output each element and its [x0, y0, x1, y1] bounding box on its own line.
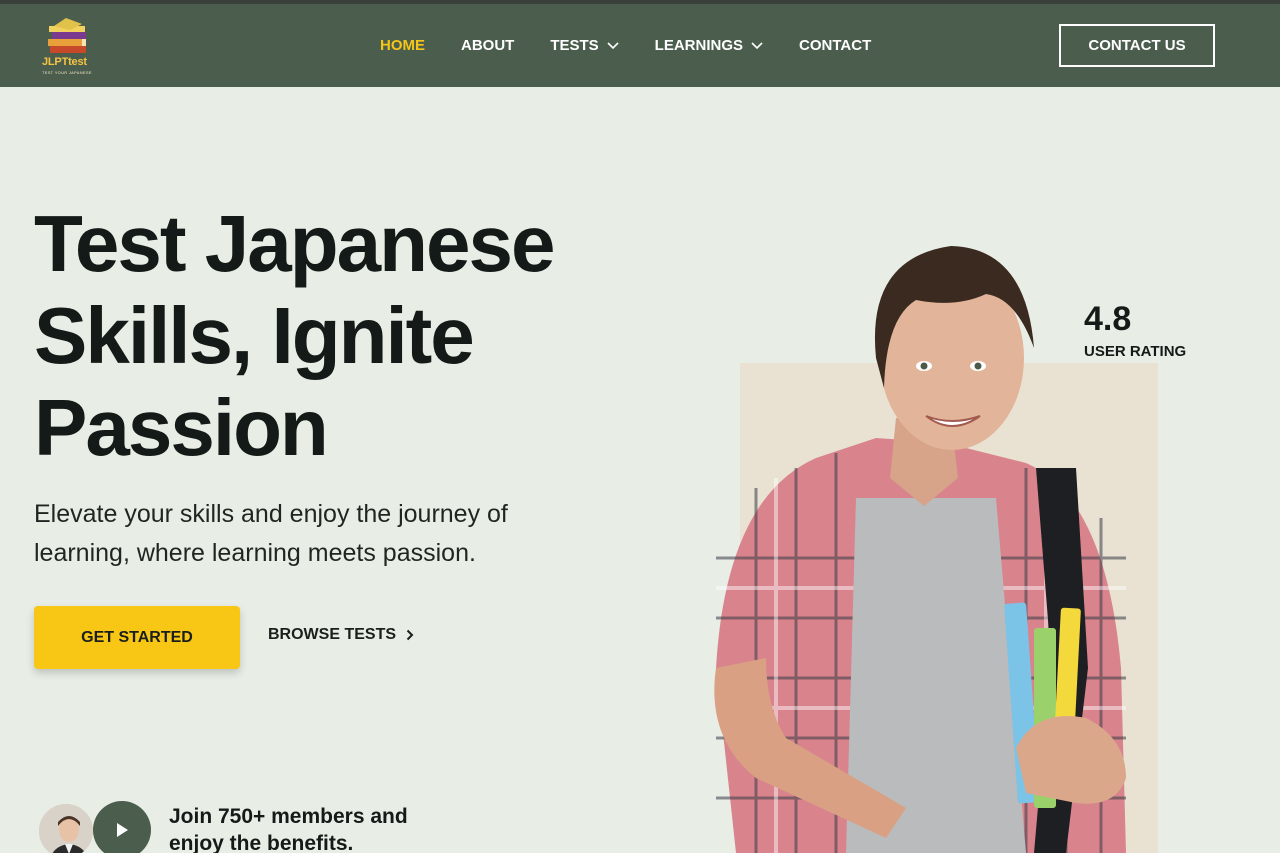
rating-label: USER RATING	[1084, 343, 1187, 360]
nav-item-home[interactable]: HOME	[380, 37, 425, 54]
chevron-down-icon	[751, 41, 763, 49]
nav-item-label: LEARNINGS	[654, 37, 744, 54]
site-header: JLPTtest TEST YOUR JAPANESE HOME ABOUT T…	[0, 4, 1280, 87]
hero-description: Elevate your skills and enjoy the journe…	[34, 500, 508, 567]
chevron-right-icon	[406, 629, 414, 641]
get-started-button[interactable]: GET STARTED	[34, 606, 240, 669]
nav-item-about[interactable]: ABOUT	[461, 37, 514, 54]
join-members-text: Join 750+ members and enjoy the benefits…	[169, 805, 408, 853]
student-photo	[714, 246, 1126, 853]
main-nav: HOME ABOUT TESTS LEARNINGS CONTACT	[380, 4, 907, 87]
member-photo-icon	[39, 804, 93, 853]
books-logo-icon	[48, 18, 86, 53]
brand-logo[interactable]: JLPTtest TEST YOUR JAPANESE	[40, 16, 104, 78]
browse-tests-label: BROWSE TESTS	[268, 626, 397, 643]
nav-item-label: TESTS	[550, 37, 599, 54]
nav-item-learnings[interactable]: LEARNINGS	[655, 37, 763, 54]
hero-title: Test Japanese Skills, Ignite Passion	[34, 198, 654, 474]
nav-item-contact[interactable]: CONTACT	[799, 37, 871, 54]
avatar	[36, 801, 96, 853]
brand-tagline: TEST YOUR JAPANESE	[42, 70, 92, 75]
user-rating: 4.8 USER RATING	[1084, 300, 1186, 360]
hero-title-line: Skills, Ignite	[34, 291, 475, 380]
brand-name: JLPTtest	[42, 56, 87, 68]
rating-value: 4.8	[1084, 300, 1132, 338]
member-avatars	[36, 801, 166, 853]
play-icon	[117, 823, 128, 837]
contact-us-button[interactable]: CONTACT US	[1059, 24, 1215, 67]
nav-item-tests[interactable]: TESTS	[550, 37, 619, 54]
nav-item-label: CONTACT	[799, 37, 872, 54]
browse-tests-link[interactable]: BROWSE TESTS	[268, 626, 414, 644]
play-video-button[interactable]	[93, 801, 151, 853]
chevron-down-icon	[607, 41, 619, 49]
hero-title-line: Test Japanese	[34, 199, 555, 288]
nav-item-label: ABOUT	[461, 37, 515, 54]
page: JLPTtest TEST YOUR JAPANESE HOME ABOUT T…	[0, 0, 1280, 853]
nav-item-label: HOME	[380, 37, 425, 54]
hero-title-line: Passion	[34, 383, 329, 472]
